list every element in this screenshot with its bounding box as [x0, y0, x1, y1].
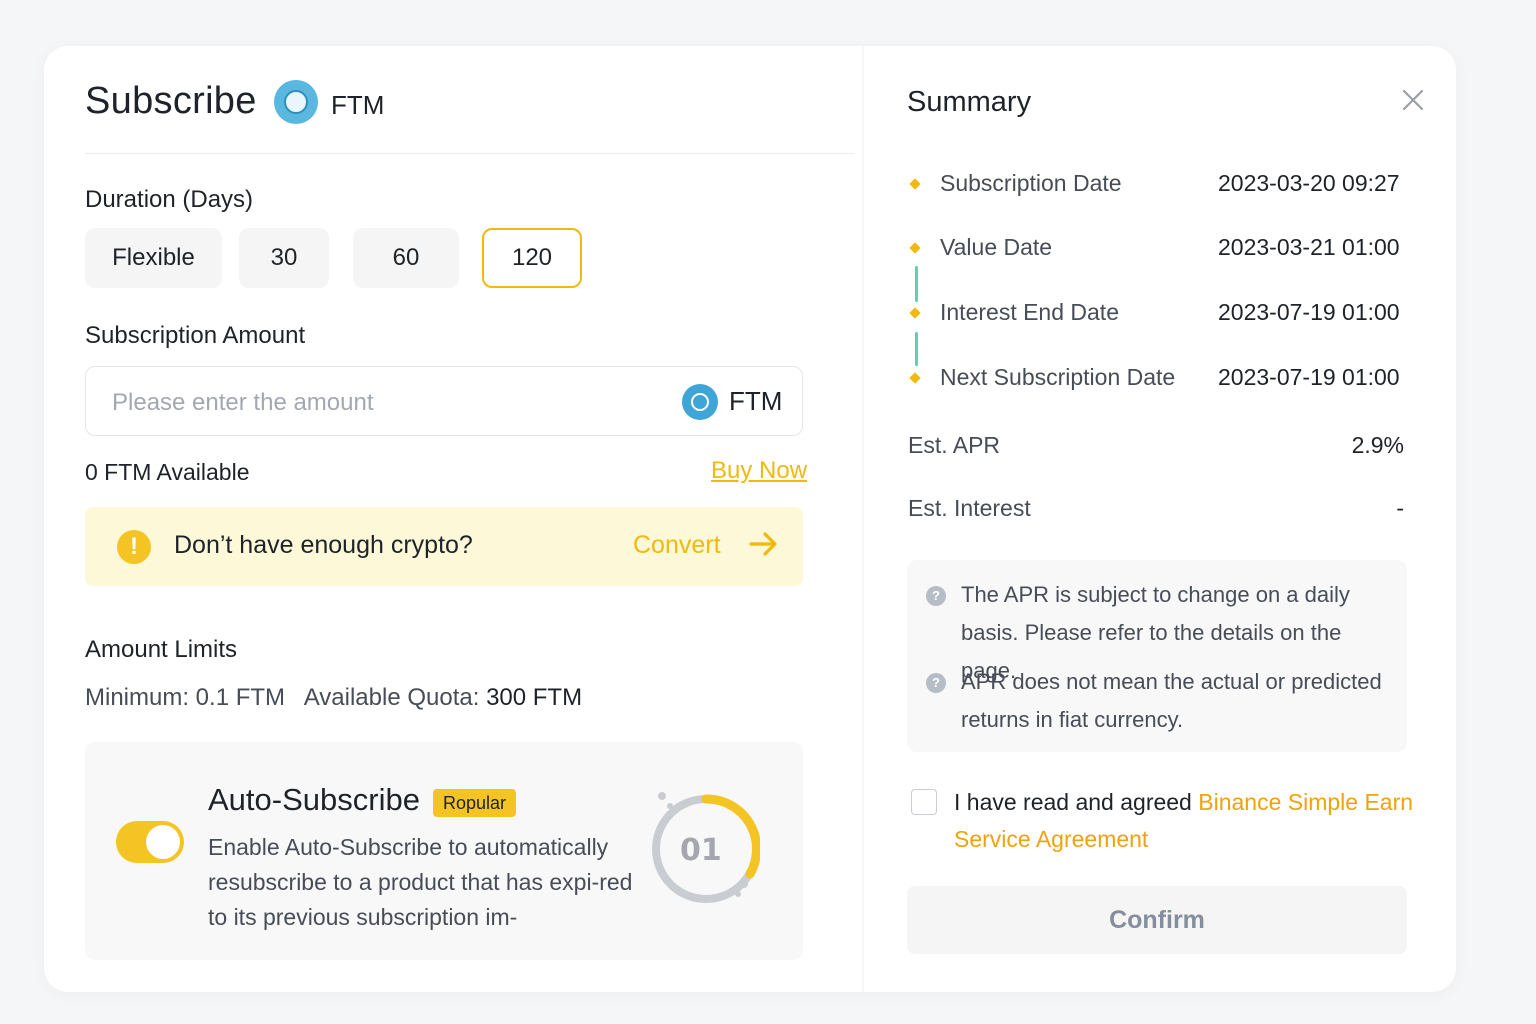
apr-note-text: APR does not mean the actual or predicte…: [961, 669, 1382, 732]
ftm-coin-icon: [682, 384, 718, 420]
timeline-dot-icon: [909, 242, 921, 254]
alert-text: Don’t have enough crypto?: [174, 531, 473, 559]
duration-option-120[interactable]: 120: [482, 228, 582, 288]
timeline-value: 2023-07-19 01:00: [1218, 299, 1400, 325]
est-interest-label: Est. Interest: [908, 495, 1031, 521]
amount-input[interactable]: [110, 385, 634, 421]
duration-option-30[interactable]: 30: [239, 228, 329, 288]
timeline-label: Value Date: [940, 234, 1053, 260]
insufficient-crypto-alert: ! Don’t have enough crypto? Convert: [85, 507, 803, 586]
est-interest-value: -: [1396, 495, 1404, 521]
agreement-prefix: I have read and agreed: [954, 789, 1199, 815]
amount-input-box[interactable]: FTM: [85, 366, 803, 436]
timeline-row: Interest End Date 2023-07-19 01:00: [907, 299, 1400, 333]
auto-subscribe-toggle[interactable]: [116, 821, 184, 863]
header-divider: [85, 153, 855, 154]
amount-label: Subscription Amount: [85, 322, 306, 349]
timeline-connector: [915, 332, 918, 366]
timeline-label: Subscription Date: [940, 170, 1122, 196]
timeline-connector: [915, 266, 918, 302]
amount-limits-values: Minimum: 0.1 FTM Available Quota: 300 FT…: [85, 684, 582, 712]
timeline-dot-icon: [909, 372, 921, 384]
minimum-amount: Minimum: 0.1 FTM: [85, 684, 286, 711]
timeline-dot-icon: [909, 307, 921, 319]
est-apr-value: 2.9%: [1351, 432, 1404, 458]
convert-link[interactable]: Convert: [633, 531, 721, 560]
agreement-checkbox[interactable]: [911, 789, 937, 815]
arrow-right-icon[interactable]: [747, 527, 781, 561]
auto-subscribe-card: Auto-Subscribe Ropular Enable Auto-Subsc…: [85, 742, 803, 960]
summary-title: Summary: [907, 86, 1032, 118]
warning-icon: !: [117, 530, 151, 564]
timeline-value: 2023-03-20 09:27: [1218, 170, 1400, 196]
timeline-label: Interest End Date: [940, 299, 1119, 325]
confirm-button[interactable]: Confirm: [907, 886, 1407, 954]
auto-subscribe-title: Auto-Subscribe: [208, 782, 420, 817]
page-title: Subscribe: [85, 80, 257, 122]
timeline-value: 2023-07-19 01:00: [1218, 364, 1400, 390]
apr-notes: ? The APR is subject to change on a dail…: [907, 560, 1407, 752]
timeline-dot-icon: [909, 178, 921, 190]
info-icon: ?: [926, 586, 946, 606]
buy-now-link[interactable]: Buy Now: [711, 457, 807, 485]
subscribe-modal: Subscribe FTM Duration (Days) Flexible 3…: [44, 46, 1456, 992]
timeline-label: Next Subscription Date: [940, 364, 1176, 390]
auto-subscribe-description: Enable Auto-Subscribe to automatically r…: [208, 834, 633, 930]
timeline-row: Subscription Date 2023-03-20 09:27: [907, 170, 1400, 204]
summary-panel: Summary Subscription Date 2023-03-20 09:…: [864, 46, 1456, 992]
timeline-row: Next Subscription Date 2023-07-19 01:00: [907, 364, 1400, 398]
coin-name: FTM: [331, 90, 385, 120]
timeline-value: 2023-03-21 01:00: [1218, 234, 1400, 260]
quota-value: 300 FTM: [486, 684, 583, 711]
info-icon: ?: [926, 673, 946, 693]
popular-badge: Ropular: [433, 789, 517, 817]
duration-label: Duration (Days): [85, 186, 254, 213]
close-icon[interactable]: [1397, 84, 1429, 116]
amount-unit: FTM: [729, 386, 783, 416]
auto-subscribe-cycle-icon: 01: [652, 792, 760, 903]
available-balance: 0 FTM Available: [85, 459, 250, 485]
quota-label: Available Quota:: [303, 684, 480, 711]
timeline-row: Value Date 2023-03-21 01:00: [907, 234, 1400, 268]
ftm-coin-icon: [274, 80, 318, 124]
subscribe-panel: Subscribe FTM Duration (Days) Flexible 3…: [44, 46, 864, 992]
agreement-text: I have read and agreed Binance Simple Ea…: [954, 784, 1414, 858]
amount-limits-label: Amount Limits: [85, 636, 238, 663]
cycle-graphic-label: 01: [680, 833, 722, 868]
duration-option-flexible[interactable]: Flexible: [85, 228, 222, 288]
est-apr-label: Est. APR: [908, 432, 1001, 458]
duration-option-60[interactable]: 60: [353, 228, 459, 288]
